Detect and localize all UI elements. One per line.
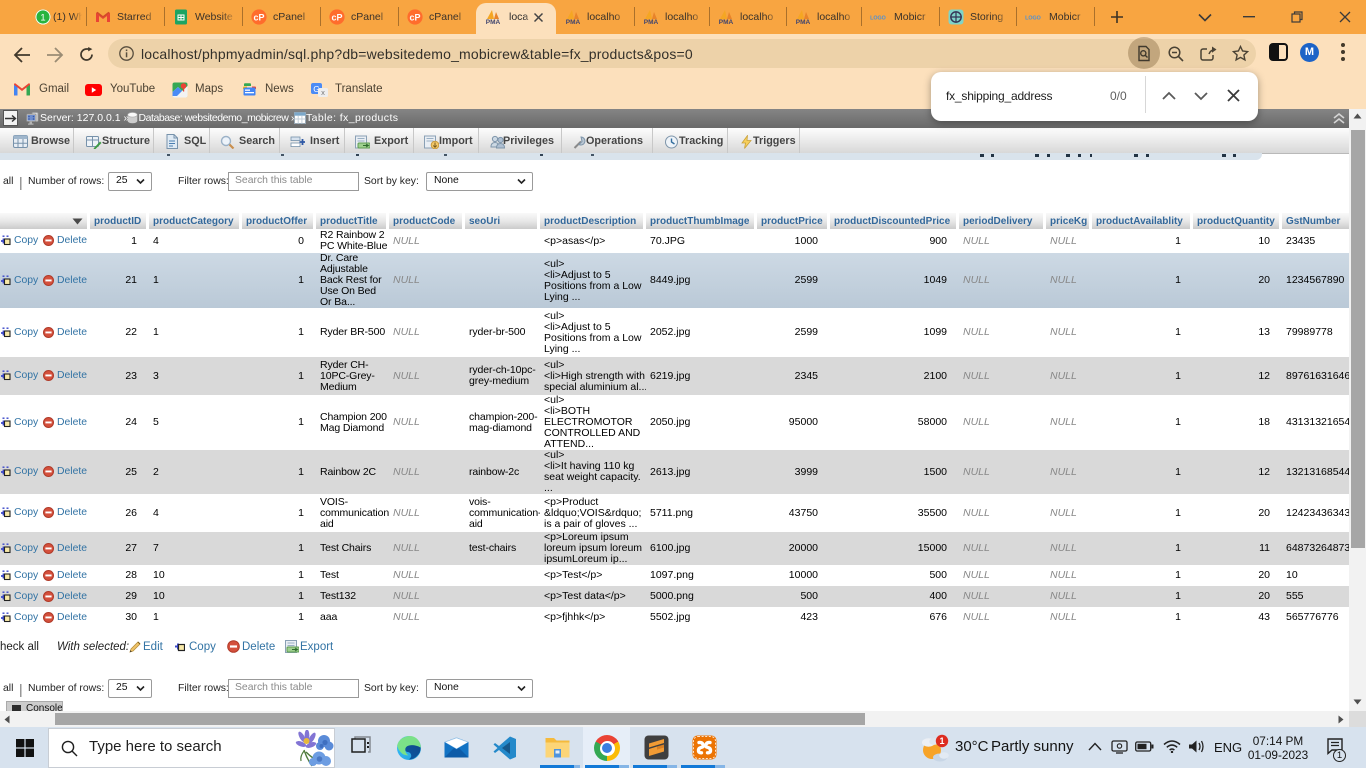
svg-text:cP: cP (409, 13, 420, 23)
svg-text:1: 1 (939, 736, 944, 746)
svg-text:1: 1 (40, 11, 45, 22)
svg-text:LOGO: LOGO (870, 16, 886, 22)
svg-text:x: x (321, 88, 325, 97)
svg-text:cP: cP (331, 13, 342, 23)
svg-text:LOGO: LOGO (1025, 16, 1041, 22)
svg-text:cP: cP (253, 13, 264, 23)
svg-text:PMA: PMA (719, 19, 734, 25)
svg-text:PMA: PMA (644, 19, 659, 25)
svg-text:PMA: PMA (796, 19, 811, 25)
svg-text:PMA: PMA (566, 19, 581, 25)
svg-text:PMA: PMA (486, 19, 501, 25)
